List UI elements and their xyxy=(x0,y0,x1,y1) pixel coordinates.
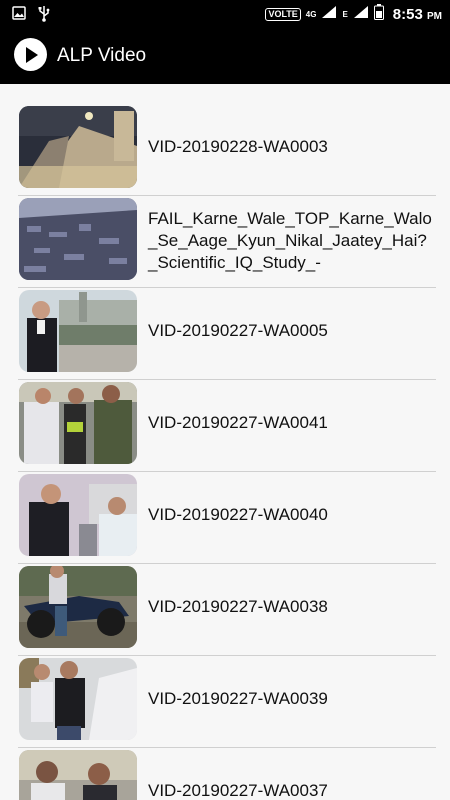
app-title: ALP Video xyxy=(57,45,147,66)
clock: 8:53 PM xyxy=(392,5,442,23)
video-title: VID-20190227-WA0037 xyxy=(148,781,328,800)
video-title: VID-20190227-WA0038 xyxy=(148,597,328,616)
video-thumbnail xyxy=(19,474,137,556)
video-thumbnail xyxy=(19,382,137,464)
video-title: VID-20190228-WA0003 xyxy=(148,137,328,156)
video-thumbnail xyxy=(19,566,137,648)
network-type-e: E xyxy=(342,9,348,19)
video-title: VID-20190227-WA0040 xyxy=(148,505,328,524)
video-item[interactable]: VID-20190227-WA0039 xyxy=(18,656,436,748)
video-item[interactable]: VID-20190227-WA0037 xyxy=(18,748,436,800)
usb-icon xyxy=(38,6,50,27)
video-item[interactable]: VID-20190227-WA0041 xyxy=(18,380,436,472)
status-bar: VOLTE 4G E 8:53 PM xyxy=(0,0,450,28)
video-list[interactable]: VID-20190228-WA0003 FAIL_Karne_Wale_TOP_… xyxy=(0,84,450,800)
video-title: VID-20190227-WA0041 xyxy=(148,413,328,432)
video-title: VID-20190227-WA0039 xyxy=(148,689,328,708)
video-thumbnail xyxy=(19,290,137,372)
gallery-icon xyxy=(12,6,26,27)
video-thumbnail xyxy=(19,750,137,800)
app-bar: ALP Video xyxy=(0,28,450,84)
video-thumbnail xyxy=(19,198,137,280)
video-item[interactable]: VID-20190228-WA0003 xyxy=(18,104,436,196)
video-item[interactable]: VID-20190227-WA0005 xyxy=(18,288,436,380)
video-title: VID-20190227-WA0005 xyxy=(148,321,328,340)
video-item[interactable]: VID-20190227-WA0038 xyxy=(18,564,436,656)
battery-icon xyxy=(373,3,384,25)
video-title: FAIL_Karne_Wale_TOP_Karne_Walo_Se_Aage_K… xyxy=(148,209,432,272)
volte-badge: VOLTE xyxy=(265,7,301,21)
network-type-4g: 4G xyxy=(305,9,317,19)
play-logo-icon xyxy=(14,38,47,71)
video-item[interactable]: FAIL_Karne_Wale_TOP_Karne_Walo_Se_Aage_K… xyxy=(18,196,436,288)
signal-icon-2 xyxy=(353,5,369,24)
signal-icon xyxy=(321,5,337,24)
video-thumbnail xyxy=(19,106,137,188)
video-thumbnail xyxy=(19,658,137,740)
video-item[interactable]: VID-20190227-WA0040 xyxy=(18,472,436,564)
